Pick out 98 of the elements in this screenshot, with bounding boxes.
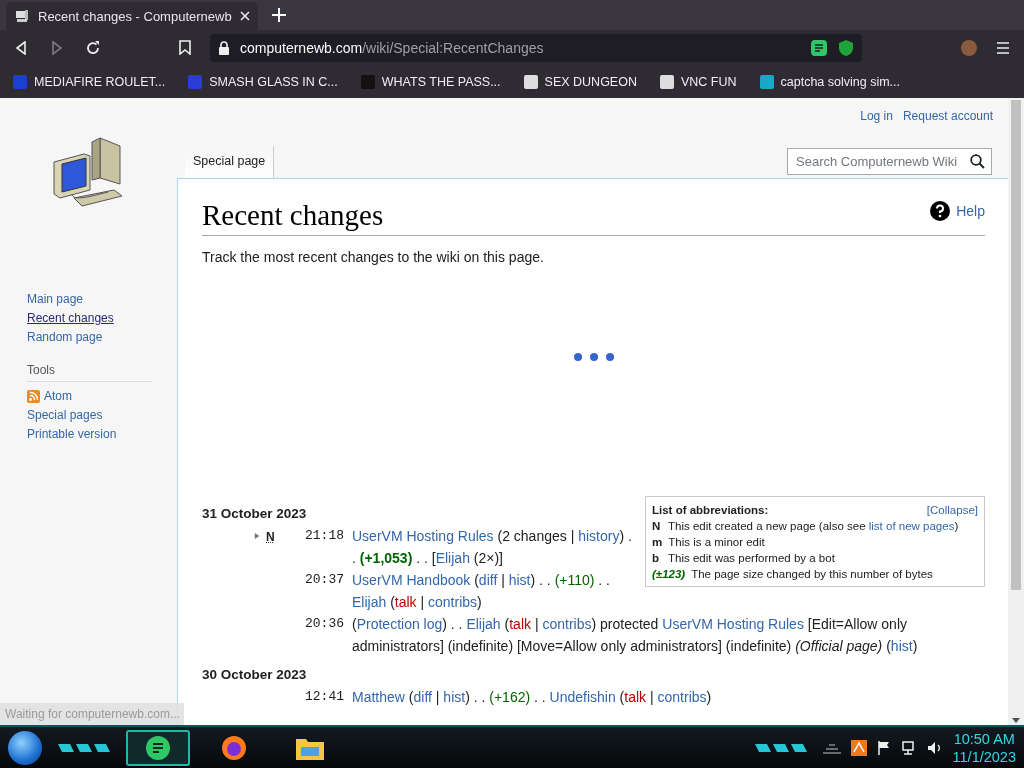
collapse-link[interactable]: [Collapse] [926, 502, 978, 518]
link[interactable]: talk [509, 616, 531, 632]
link[interactable]: history [578, 528, 620, 544]
legend-text: This edit was performed by a bot [668, 551, 835, 566]
change-entry: UserVM Handbook (diff | hist) . . (+110) . . Elijah (talk | contribs) [352, 571, 611, 612]
bookmark-link[interactable]: VNC FUN [680, 74, 737, 89]
page-description: Track the most recent changes to the wiki on this page. [202, 248, 545, 266]
link[interactable]: Elijah [435, 550, 470, 566]
edit-time: 21:18 [304, 527, 344, 545]
bookmark-icon [758, 73, 775, 90]
nav-link[interactable]: Random page [27, 328, 103, 347]
search-icon[interactable] [970, 154, 985, 169]
abbreviation-key: (±123) [652, 566, 686, 582]
link[interactable]: hist [443, 689, 466, 705]
change-entry: (Protection log) . . Elijah (talk | contribs) protected UserVM Hosting Rules [Edit=Allow only administrators] (indefinite) [Move=Allow only administrators] (indefinite) (Official page) (hist) [352, 615, 919, 656]
feed-icon [27, 390, 40, 403]
new-page-label: N [266, 530, 275, 544]
tool-link[interactable]: Atom [44, 387, 72, 406]
start-button[interactable] [8, 730, 42, 765]
link[interactable]: hist [890, 638, 913, 654]
date-heading: 30 October 2023 [202, 666, 308, 684]
bookmark-link[interactable]: SEX DUNGEON [544, 74, 637, 89]
edit-time: 20:36 [304, 615, 344, 633]
search-field[interactable]: Search Computernewb Wiki [787, 148, 992, 175]
link[interactable]: Undefishin [549, 689, 616, 705]
bookmark-link[interactable]: MEDIAFIRE ROULET... [34, 74, 166, 89]
show-hidden-icon[interactable] [822, 741, 841, 754]
link[interactable]: diff [478, 572, 498, 588]
link[interactable]: list of new pages [868, 520, 955, 532]
reload-icon[interactable] [85, 39, 101, 56]
avatar-icon[interactable] [960, 38, 978, 57]
clock-time[interactable]: 10:50 AM [953, 729, 1015, 748]
nav-link[interactable]: Recent changes [27, 309, 114, 328]
change-entry: Matthew (diff | hist) . . (+162) . . Undefishin (talk | contribs) [352, 688, 713, 707]
link[interactable]: Matthew [352, 689, 405, 705]
link[interactable]: UserVM Handbook [352, 572, 471, 588]
date-heading: 31 October 2023 [202, 505, 308, 523]
link[interactable]: contribs [657, 689, 707, 705]
status-text: Waiting for computernewb.com... [0, 703, 184, 725]
scrollbar[interactable] [1008, 98, 1024, 725]
link[interactable]: UserVM Hosting Rules [352, 528, 494, 544]
link[interactable]: talk [394, 594, 417, 610]
help-icon[interactable] [930, 201, 951, 221]
new-tab-icon[interactable] [272, 8, 286, 22]
tray-app-icon[interactable] [850, 739, 867, 756]
taskbar-app[interactable] [126, 729, 190, 766]
page-title: Recent changes [202, 198, 384, 233]
legend-title: List of abbreviations: [652, 503, 769, 518]
bookmark-link[interactable]: captcha solving sim... [780, 74, 901, 89]
bookmark-link[interactable]: SMASH GLASS IN C... [209, 74, 338, 89]
link[interactable]: contribs [428, 594, 478, 610]
bookmark-icon [187, 73, 204, 90]
link[interactable]: Protection log [356, 616, 443, 632]
link[interactable]: hist [508, 572, 531, 588]
abbreviation-key: N [652, 518, 662, 534]
scroll-down-icon[interactable] [1012, 718, 1020, 723]
site-icon [14, 8, 30, 24]
bookmark-icon [658, 73, 675, 90]
tool-link[interactable]: Special pages [27, 406, 103, 425]
account-link[interactable]: Log in [860, 109, 893, 125]
legend-text: The page size changed by this number of bytes [691, 567, 933, 582]
bookmark-icon [359, 73, 376, 90]
legend-text: This is a minor edit [668, 535, 765, 550]
bookmark-icon [522, 73, 539, 90]
bookmark-link[interactable]: WHATS THE PASS... [381, 74, 501, 89]
bookmark-icon [12, 73, 28, 90]
link[interactable]: talk [624, 689, 647, 705]
link[interactable]: UserVM Hosting Rules [662, 616, 804, 632]
link[interactable]: contribs [542, 616, 592, 632]
change-entry: UserVM Hosting Rules (2 changes | history) . . (+1,053) . . [Elijah (2×)] [352, 527, 633, 568]
abbreviation-key: b [652, 550, 662, 566]
network-icon[interactable] [900, 739, 917, 756]
link[interactable]: Elijah [352, 594, 387, 610]
nav-link[interactable]: Main page [27, 290, 84, 309]
abbreviation-key: m [652, 534, 663, 550]
tool-link[interactable]: Printable version [27, 425, 117, 444]
flag-icon[interactable] [876, 739, 891, 756]
lock-icon [218, 40, 230, 55]
clock-date[interactable]: 11/1/2023 [952, 747, 1016, 766]
address-bar[interactable]: computernewb.com/wiki/Special:RecentChanges [210, 33, 862, 62]
edit-time: 12:41 [304, 688, 344, 706]
help-link[interactable]: Help [956, 203, 985, 219]
browser-tab[interactable]: Recent changes - Computernewb [6, 2, 258, 30]
close-icon[interactable] [240, 11, 250, 21]
shield-icon[interactable] [838, 38, 854, 57]
menu-icon[interactable] [996, 41, 1010, 54]
browser-app-icon [220, 733, 248, 762]
expand-arrow-icon[interactable] [254, 532, 260, 540]
account-link[interactable]: Request account [902, 109, 993, 125]
link[interactable]: diff [413, 689, 432, 705]
notes-app-icon [145, 734, 171, 761]
back-icon[interactable] [14, 40, 28, 55]
tools-heading: Tools [27, 362, 152, 382]
link[interactable]: Elijah [466, 616, 501, 632]
note-extension-icon[interactable] [810, 38, 828, 57]
legend-text: This edit created a new page (also see list of new pages) [668, 519, 959, 534]
edit-time: 20:37 [304, 571, 344, 589]
page-tab[interactable]: Special page [185, 146, 275, 178]
